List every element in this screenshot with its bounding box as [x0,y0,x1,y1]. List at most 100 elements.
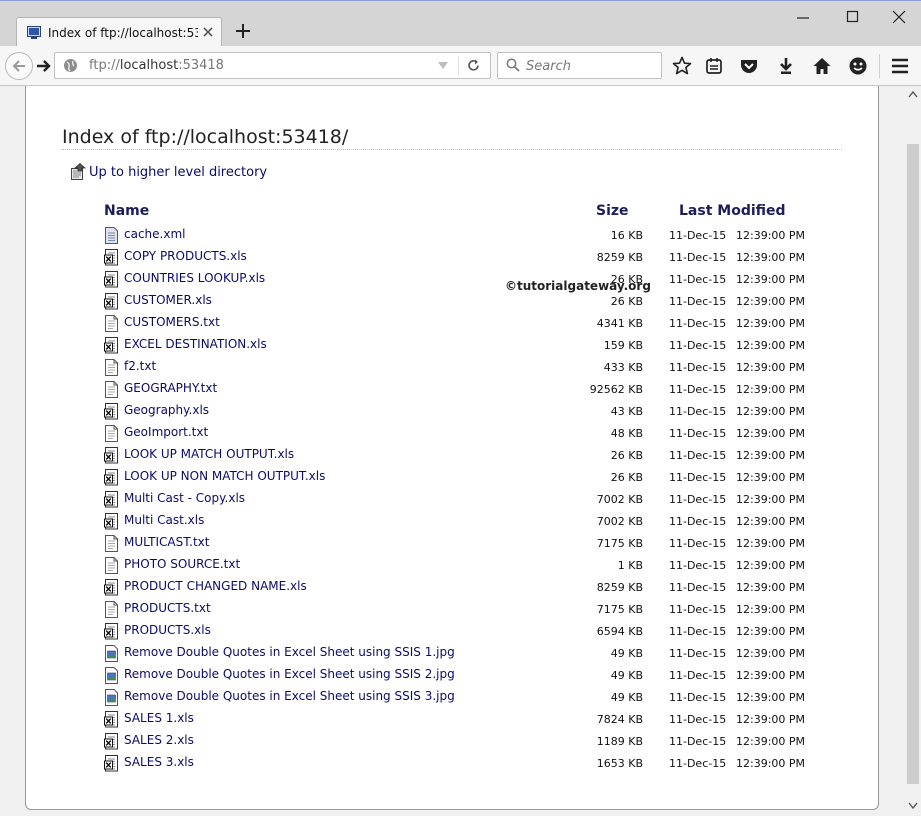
file-row: MULTICAST.txt 7175 KB 11-Dec-15 12:39:00 PM [26,533,880,555]
xml-file-icon [105,227,118,244]
excel-file-icon [104,491,118,508]
forward-arrow-icon[interactable] [36,58,52,74]
excel-file-icon [104,337,118,354]
image-file-icon [105,645,118,662]
download-icon[interactable] [776,56,796,76]
file-name-link[interactable]: PRODUCTS.xls [124,623,211,637]
column-header-size[interactable]: Size [596,203,629,219]
file-time: 12:39:00 PM [736,713,806,726]
file-row: SALES 3.xls 1653 KB 11-Dec-15 12:39:00 PM [26,753,880,775]
new-tab-plus-icon[interactable] [236,24,250,38]
file-row: Geography.xls 43 KB 11-Dec-15 12:39:00 PM [26,401,880,423]
file-row: Remove Double Quotes in Excel Sheet usin… [26,687,880,709]
parent-folder-up-icon [71,163,86,180]
file-name-link[interactable]: Remove Double Quotes in Excel Sheet usin… [124,645,455,659]
title-divider [62,149,842,150]
file-name-link[interactable]: PRODUCT CHANGED NAME.xls [124,579,307,593]
file-name-link[interactable]: PHOTO SOURCE.txt [124,557,240,571]
url-bar[interactable]: ftp://localhost:53418 [54,52,491,79]
search-icon [506,58,520,72]
file-name-link[interactable]: SALES 1.xls [124,711,194,725]
file-row: f2.txt 433 KB 11-Dec-15 12:39:00 PM [26,357,880,379]
file-name-link[interactable]: Remove Double Quotes in Excel Sheet usin… [124,667,455,681]
url-dropdown-icon[interactable] [438,62,448,70]
file-size: 8259 KB [596,581,643,594]
file-row: PHOTO SOURCE.txt 1 KB 11-Dec-15 12:39:00 PM [26,555,880,577]
file-name-link[interactable]: COUNTRIES LOOKUP.xls [124,271,265,285]
file-time: 12:39:00 PM [736,427,806,440]
pocket-icon[interactable] [739,56,759,76]
file-name-link[interactable]: COPY PRODUCTS.xls [124,249,247,263]
close-window-icon[interactable] [892,10,906,24]
file-row: SALES 2.xls 1189 KB 11-Dec-15 12:39:00 PM [26,731,880,753]
scroll-down-arrow-icon[interactable] [908,802,918,810]
file-row: PRODUCT CHANGED NAME.xls 8259 KB 11-Dec-15… [26,577,880,599]
page-content: Index of ftp://localhost:53418/ Up to hi… [0,86,905,816]
url-port: :53418 [178,58,224,73]
file-name-link[interactable]: Multi Cast.xls [124,513,204,527]
file-name-link[interactable]: CUSTOMER.xls [124,293,212,307]
emoji-smiley-icon[interactable] [848,56,868,76]
file-row: Remove Double Quotes in Excel Sheet usin… [26,665,880,687]
column-header-name[interactable]: Name [104,203,149,219]
file-name-link[interactable]: MULTICAST.txt [124,535,209,549]
file-size: 49 KB [610,647,643,660]
reading-list-icon[interactable] [704,56,724,76]
file-size: 1189 KB [596,735,643,748]
column-header-last-modified[interactable]: Last Modified [679,203,786,219]
hamburger-menu-icon[interactable] [890,56,910,76]
excel-file-icon [104,469,118,486]
vertical-scrollbar[interactable] [905,86,921,816]
file-date: 11-Dec-15 [669,603,727,616]
file-name-link[interactable]: CUSTOMERS.txt [124,315,220,329]
file-time: 12:39:00 PM [736,317,806,330]
excel-file-icon [104,623,118,640]
up-directory-label: Up to higher level directory [89,165,268,180]
file-size: 433 KB [603,361,643,374]
bookmark-star-icon[interactable] [672,56,692,76]
file-name-link[interactable]: Remove Double Quotes in Excel Sheet usin… [124,689,455,703]
file-size: 7002 KB [596,515,643,528]
file-row: GeoImport.txt 48 KB 11-Dec-15 12:39:00 PM [26,423,880,445]
file-name-link[interactable]: GEOGRAPHY.txt [124,381,217,395]
file-date: 11-Dec-15 [669,383,727,396]
file-name-link[interactable]: LOOK UP NON MATCH OUTPUT.xls [124,469,325,483]
file-time: 12:39:00 PM [736,251,806,264]
file-name-link[interactable]: LOOK UP MATCH OUTPUT.xls [124,447,294,461]
file-name-link[interactable]: SALES 2.xls [124,733,194,747]
minimize-icon[interactable] [796,10,810,24]
title-bar: Index of ftp://localhost:53... [0,0,921,47]
file-size: 159 KB [603,339,643,352]
file-name-link[interactable]: Multi Cast - Copy.xls [124,491,245,505]
file-row: COPY PRODUCTS.xls 8259 KB 11-Dec-15 12:39:0… [26,247,880,269]
reload-icon[interactable] [466,58,481,73]
home-icon[interactable] [812,56,832,76]
url-text[interactable]: ftp://localhost:53418 [89,58,224,73]
file-time: 12:39:00 PM [736,669,806,682]
file-name-link[interactable]: EXCEL DESTINATION.xls [124,337,267,351]
back-button[interactable] [5,52,33,80]
text-file-icon [105,535,118,552]
file-name-link[interactable]: GeoImport.txt [124,425,208,439]
file-date: 11-Dec-15 [669,361,727,374]
search-input[interactable] [524,55,658,77]
file-row: LOOK UP MATCH OUTPUT.xls 26 KB 11-Dec-15 12… [26,445,880,467]
file-name-link[interactable]: cache.xml [124,227,185,241]
file-name-link[interactable]: SALES 3.xls [124,755,194,769]
close-tab-icon[interactable] [203,27,213,37]
browser-tab[interactable]: Index of ftp://localhost:53... [16,17,222,47]
excel-file-icon [104,513,118,530]
file-name-link[interactable]: f2.txt [124,359,156,373]
file-name-link[interactable]: Geography.xls [124,403,209,417]
text-file-icon [105,601,118,618]
maximize-icon[interactable] [846,10,860,24]
scroll-up-arrow-icon[interactable] [908,90,918,98]
file-row: Multi Cast.xls 7002 KB 11-Dec-15 12:39:00 P… [26,511,880,533]
scrollbar-thumb[interactable] [907,144,919,784]
file-time: 12:39:00 PM [736,449,806,462]
file-name-link[interactable]: PRODUCTS.txt [124,601,211,615]
excel-file-icon [104,271,118,288]
file-date: 11-Dec-15 [669,559,727,572]
file-time: 12:39:00 PM [736,383,806,396]
search-bar[interactable] [497,52,662,79]
